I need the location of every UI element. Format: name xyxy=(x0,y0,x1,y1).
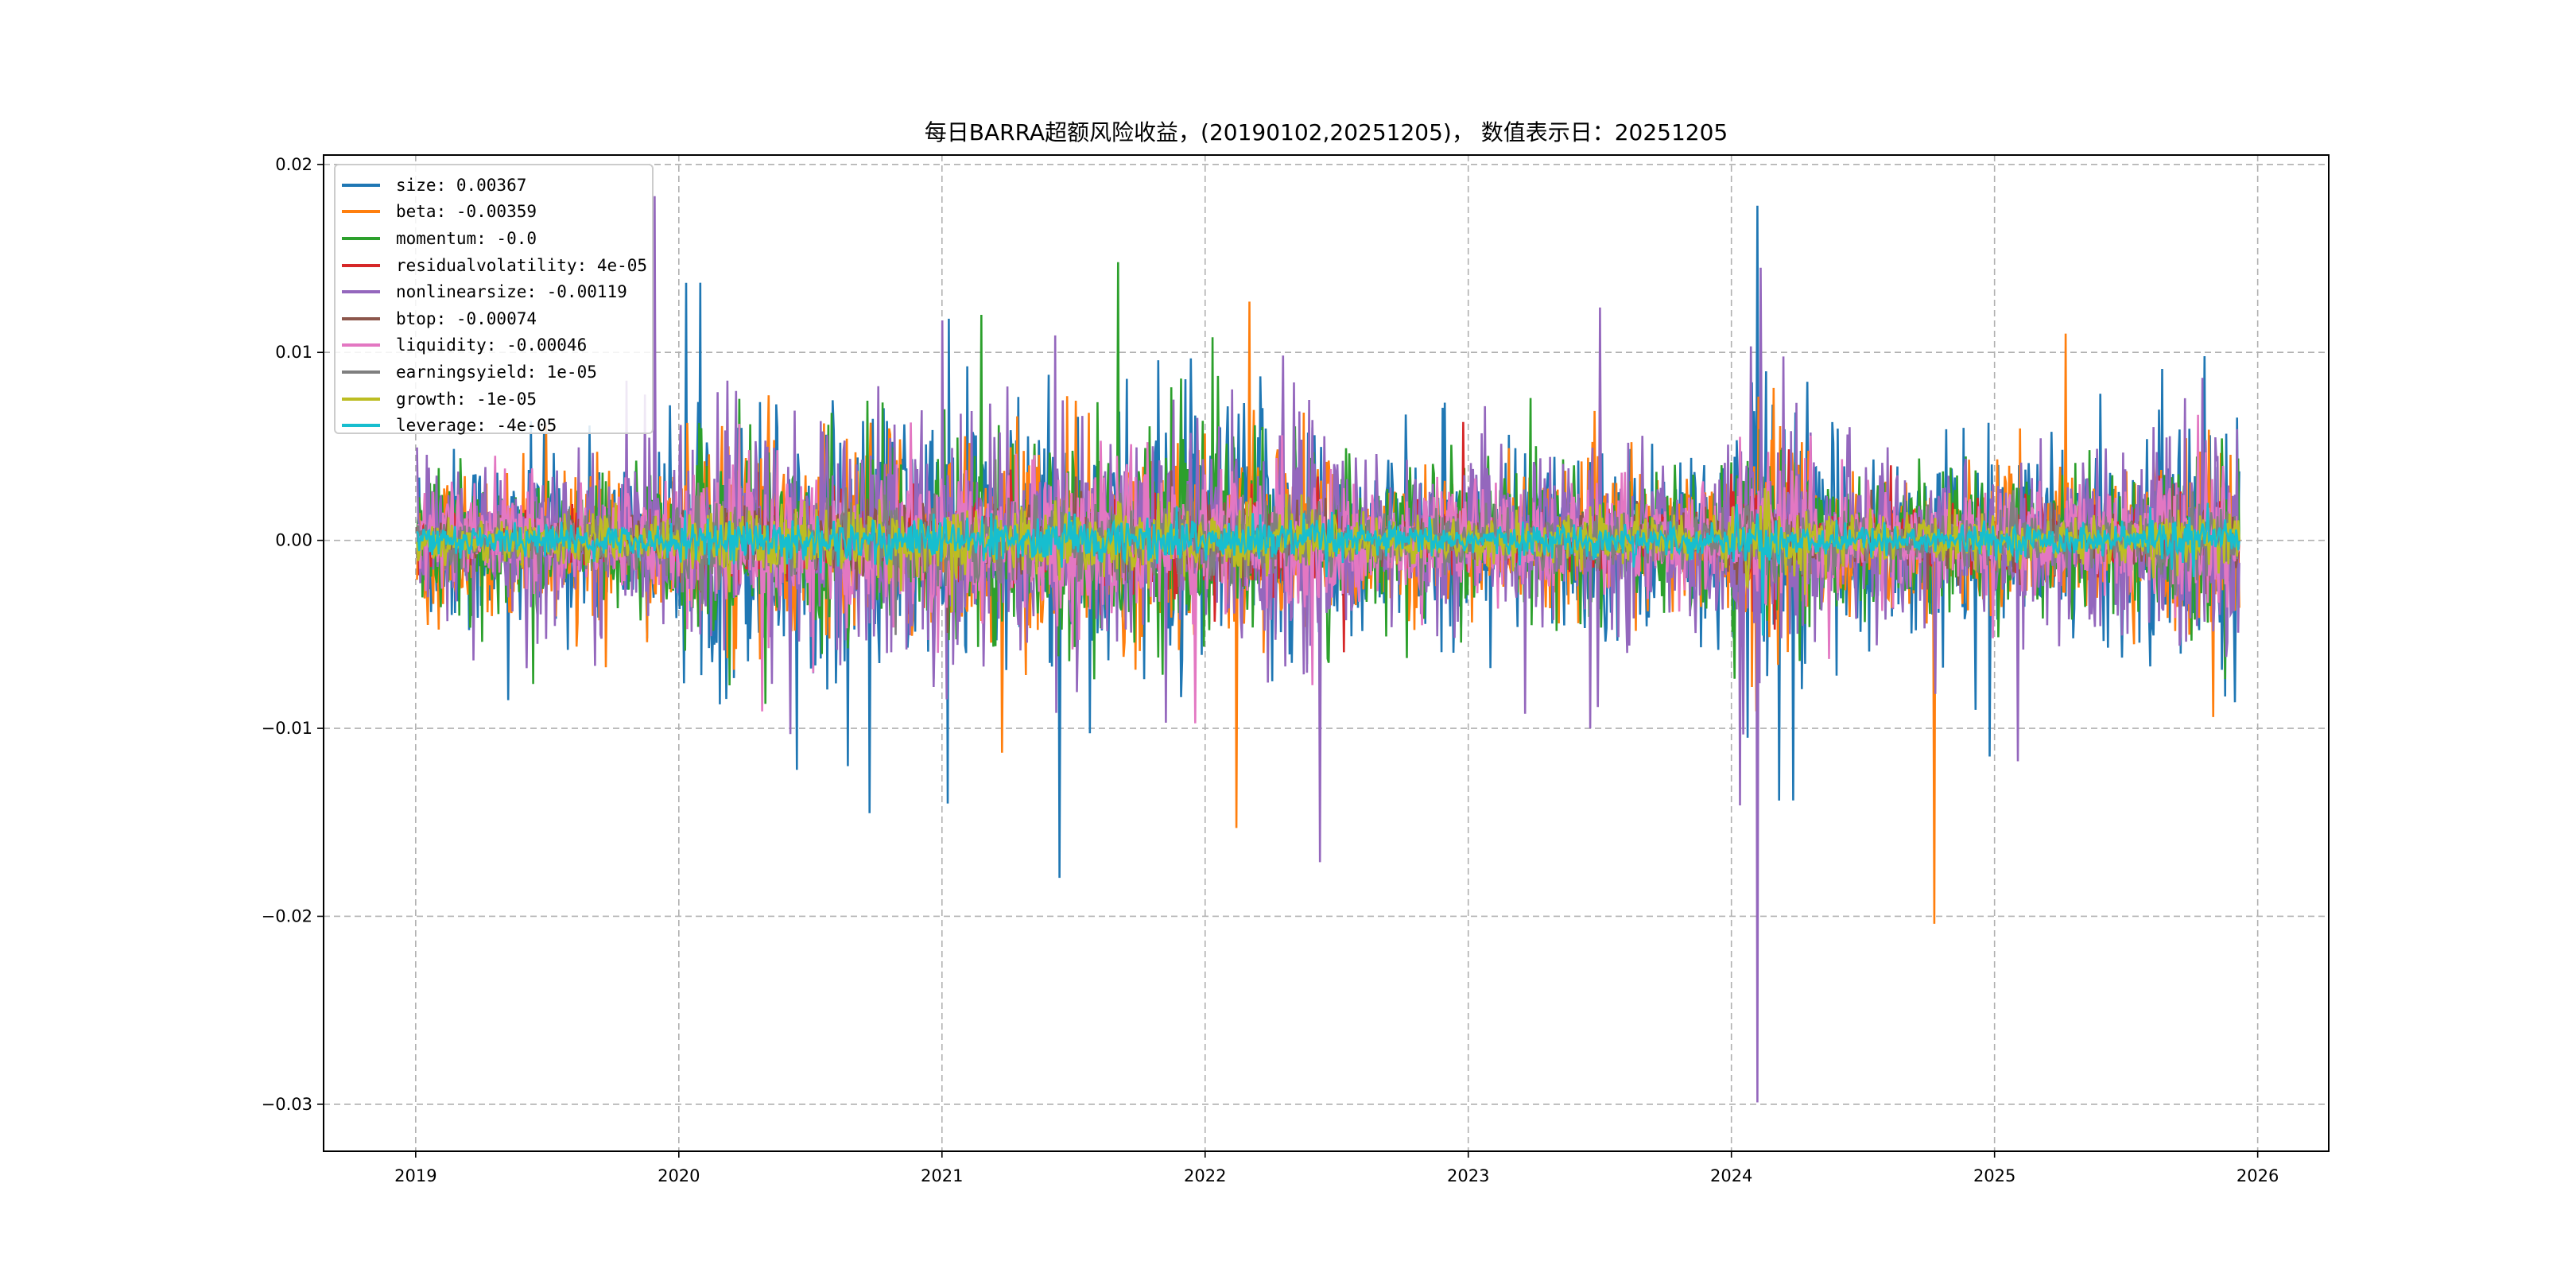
x-tick-label: 2019 xyxy=(394,1166,436,1185)
x-tick-label: 2024 xyxy=(1710,1166,1752,1185)
legend-item-momentum: momentum: -0.0 xyxy=(342,225,652,252)
legend-label: size: 0.00367 xyxy=(396,175,527,195)
y-axis: 0.02 0.01 0.00 −0.01 −0.02 −0.03 xyxy=(262,155,324,1114)
y-tick-label: 0.00 xyxy=(275,531,312,550)
x-tick-label: 2023 xyxy=(1447,1166,1489,1185)
x-tick-label: 2021 xyxy=(921,1166,963,1185)
y-tick-label: −0.02 xyxy=(262,906,312,925)
legend-item-beta: beta: -0.00359 xyxy=(342,199,652,226)
legend-item-size: size: 0.00367 xyxy=(342,172,652,199)
legend-swatch xyxy=(342,236,380,240)
legend-label: liquidity: -0.00046 xyxy=(396,336,588,355)
legend-swatch xyxy=(342,343,380,347)
legend-item-liquidity: liquidity: -0.00046 xyxy=(342,332,652,359)
x-tick-label: 2022 xyxy=(1184,1166,1226,1185)
x-tick-label: 2025 xyxy=(1973,1166,2015,1185)
legend-swatch xyxy=(342,290,380,294)
legend: size: 0.00367 beta: -0.00359 momentum: -0.… xyxy=(334,164,654,435)
y-tick-label: −0.01 xyxy=(262,719,312,738)
legend-label: earningsyield: 1e-05 xyxy=(396,362,597,382)
legend-label: nonlinearsize: -0.00119 xyxy=(396,282,627,302)
legend-swatch xyxy=(342,424,380,428)
legend-label: residualvolatility: 4e-05 xyxy=(396,255,648,275)
legend-label: leverage: -4e-05 xyxy=(396,416,557,436)
series-lines xyxy=(416,196,2240,1103)
legend-swatch xyxy=(342,183,380,187)
chart-title: 每日BARRA超额风险收益，(20190102,20251205)， 数值表示日… xyxy=(925,119,1728,145)
y-tick-label: −0.03 xyxy=(262,1095,312,1114)
legend-swatch xyxy=(342,397,380,401)
legend-swatch xyxy=(342,316,380,320)
legend-item-earningsyield: earningsyield: 1e-05 xyxy=(342,359,652,386)
x-tick-label: 2020 xyxy=(658,1166,700,1185)
legend-item-nonlinearsize: nonlinearsize: -0.00119 xyxy=(342,278,652,305)
x-tick-label: 2026 xyxy=(2237,1166,2279,1185)
x-axis: 2019 2020 2021 2022 2023 2024 2025 2026 xyxy=(394,1151,2279,1185)
legend-label: btop: -0.00074 xyxy=(396,308,537,328)
legend-label: momentum: -0.0 xyxy=(396,228,537,248)
legend-item-growth: growth: -1e-05 xyxy=(342,386,652,413)
legend-swatch xyxy=(342,370,380,374)
y-tick-label: 0.02 xyxy=(275,155,312,174)
legend-item-residualvolatility: residualvolatility: 4e-05 xyxy=(342,252,652,279)
legend-label: growth: -1e-05 xyxy=(396,389,537,409)
legend-item-leverage: leverage: -4e-05 xyxy=(342,412,652,439)
legend-swatch xyxy=(342,210,380,214)
legend-label: beta: -0.00359 xyxy=(396,202,537,222)
legend-item-btop: btop: -0.00074 xyxy=(342,305,652,332)
legend-swatch xyxy=(342,263,380,267)
y-tick-label: 0.01 xyxy=(275,343,312,362)
